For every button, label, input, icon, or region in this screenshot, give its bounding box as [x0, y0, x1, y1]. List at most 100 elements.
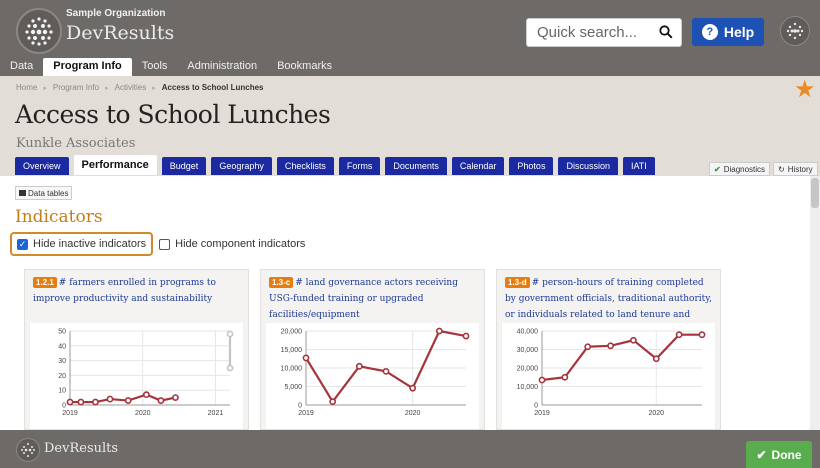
scroll-thumb[interactable] — [811, 178, 819, 208]
history-label: History — [787, 164, 813, 174]
chart-y-tick-label: 40,000 — [517, 329, 539, 336]
tab-iati[interactable]: IATI — [622, 157, 655, 175]
vertical-scrollbar[interactable] — [810, 176, 820, 430]
chart-y-tick-label: 10,000 — [281, 366, 303, 373]
main-nav: Data Program Info Tools Administration B… — [0, 58, 342, 76]
indicator-card[interactable]: 1.3-c # land governance actors receiving … — [260, 269, 485, 430]
page-subtitle[interactable]: Kunkle Associates — [16, 136, 135, 151]
chart-data-point — [142, 391, 150, 399]
chart-y-tick-label: 0 — [62, 403, 66, 410]
hide-component-checkbox[interactable] — [159, 238, 171, 250]
search-icon[interactable] — [659, 25, 673, 44]
data-tables-button[interactable]: Data tables — [15, 186, 73, 200]
breadcrumb-current: Access to School Lunches — [161, 83, 264, 92]
indicator-code-badge: 1.2.1 — [33, 277, 57, 288]
chart-y-tick-label: 40 — [58, 343, 66, 350]
quick-search-box[interactable] — [526, 18, 682, 47]
chart-data-point — [329, 398, 337, 406]
nav-tools[interactable]: Tools — [132, 58, 178, 76]
chart-x-tick-label: 2020 — [405, 410, 421, 417]
hide-inactive-filter[interactable]: ✓ Hide inactive indicators — [10, 232, 154, 256]
diagnostics-tab[interactable]: ✔ Diagnostics — [709, 162, 771, 176]
chart-data-point — [561, 373, 569, 381]
indicator-chart: 0 10,000 20,000 30,000 40,000 2019 2020 — [502, 323, 715, 429]
chart-data-point — [172, 394, 179, 401]
right-tabs: ✔ Diagnostics ↻ History — [709, 162, 818, 176]
indicator-card[interactable]: 1.3-d # person-hours of training complete… — [496, 269, 721, 430]
app-name[interactable]: DevResults — [66, 22, 174, 44]
help-label: Help — [723, 24, 755, 40]
chart-data-point — [124, 397, 132, 404]
chart-y-tick-label: 20 — [58, 373, 66, 380]
chart-y-tick-label: 50 — [58, 329, 66, 336]
indicator-chart-svg: 0 5,000 10,000 15,000 20,000 2019 2020 — [281, 327, 470, 417]
tab-documents[interactable]: Documents — [385, 157, 447, 175]
breadcrumb-home[interactable]: Home — [16, 83, 37, 92]
nav-program-info[interactable]: Program Info — [43, 58, 132, 76]
chart-data-point — [698, 331, 706, 339]
nav-administration[interactable]: Administration — [177, 58, 267, 76]
history-tab[interactable]: ↻ History — [773, 162, 818, 176]
chart-data-point — [355, 362, 363, 370]
chart-x-tick-label: 2020 — [648, 410, 664, 417]
chart-data-point — [302, 354, 310, 362]
tab-photos[interactable]: Photos — [509, 157, 554, 175]
indicator-filters: ✓ Hide inactive indicators Hide componen… — [10, 232, 305, 256]
tab-geography[interactable]: Geography — [211, 157, 272, 175]
breadcrumb-program-info[interactable]: Program Info — [53, 83, 99, 92]
top-bar: Sample Organization DevResults ? Help Da… — [0, 0, 820, 76]
chevron-right-icon: ▸ — [152, 84, 156, 92]
chart-data-point — [630, 336, 637, 344]
nav-bookmarks[interactable]: Bookmarks — [267, 58, 342, 76]
star-icon[interactable]: ★ — [794, 78, 816, 102]
diagnostics-label: Diagnostics — [723, 164, 766, 174]
breadcrumb-activities[interactable]: Activities — [115, 83, 147, 92]
hide-component-filter[interactable]: Hide component indicators — [159, 238, 305, 250]
indicator-title[interactable]: 1.3-d # person-hours of training complete… — [505, 275, 717, 323]
question-icon: ? — [701, 24, 718, 40]
chart-y-tick-label: 20,000 — [281, 329, 303, 336]
org-logo-icon[interactable] — [16, 8, 62, 54]
hide-inactive-label: Hide inactive indicators — [33, 238, 147, 250]
tab-overview[interactable]: Overview — [15, 157, 69, 175]
hide-component-label: Hide component indicators — [175, 238, 306, 250]
chart-x-tick-label: 2021 — [208, 410, 224, 417]
chart-y-tick-label: 30,000 — [517, 347, 539, 354]
indicator-name: # person-hours of training completed by … — [505, 278, 713, 320]
indicator-card[interactable]: 1.2.1 # farmers enrolled in programs to i… — [24, 269, 249, 430]
footer-logo-icon — [16, 438, 40, 462]
hide-inactive-checkbox[interactable]: ✓ — [17, 238, 28, 250]
indicator-chart: 0 10 20 30 40 50 2019 2020 2021 — [30, 323, 243, 429]
tab-checklists[interactable]: Checklists — [276, 157, 334, 175]
indicator-chart-svg: 0 10 20 30 40 50 2019 2020 2021 — [58, 329, 234, 417]
indicator-code-badge: 1.3-c — [269, 277, 294, 288]
footer-bar: DevResults — [0, 430, 820, 468]
chart-data-point — [607, 342, 614, 350]
table-icon — [19, 190, 26, 196]
tab-calendar[interactable]: Calendar — [451, 157, 505, 175]
done-label: Done — [771, 447, 802, 462]
quick-search-input[interactable] — [537, 24, 647, 41]
indicator-title[interactable]: 1.3-c # land governance actors receiving … — [269, 275, 481, 323]
chart-y-tick-label: 10 — [58, 388, 66, 395]
user-avatar[interactable] — [780, 16, 810, 46]
help-button[interactable]: ? Help — [692, 18, 764, 46]
chart-y-tick-label: 0 — [298, 403, 302, 410]
tab-discussion[interactable]: Discussion — [558, 157, 618, 175]
chart-data-point — [157, 397, 165, 404]
tab-forms[interactable]: Forms — [338, 157, 381, 175]
indicator-code-badge: 1.3-d — [505, 277, 530, 288]
footer-app-name: DevResults — [44, 441, 119, 456]
tab-budget[interactable]: Budget — [161, 157, 207, 175]
tab-performance[interactable]: Performance — [73, 155, 157, 175]
indicator-title[interactable]: 1.2.1 # farmers enrolled in programs to i… — [33, 275, 245, 307]
check-icon: ✔ — [714, 164, 721, 174]
chevron-right-icon: ▸ — [105, 84, 109, 92]
nav-data[interactable]: Data — [0, 58, 43, 76]
indicator-name: # farmers enrolled in programs to improv… — [33, 278, 216, 304]
org-name: Sample Organization — [66, 8, 166, 19]
chart-data-point — [538, 376, 546, 384]
done-button[interactable]: ✔ Done — [746, 441, 812, 468]
activity-tabs: Overview Performance Budget Geography Ch… — [15, 155, 655, 175]
chart-y-tick-label: 0 — [534, 403, 538, 410]
